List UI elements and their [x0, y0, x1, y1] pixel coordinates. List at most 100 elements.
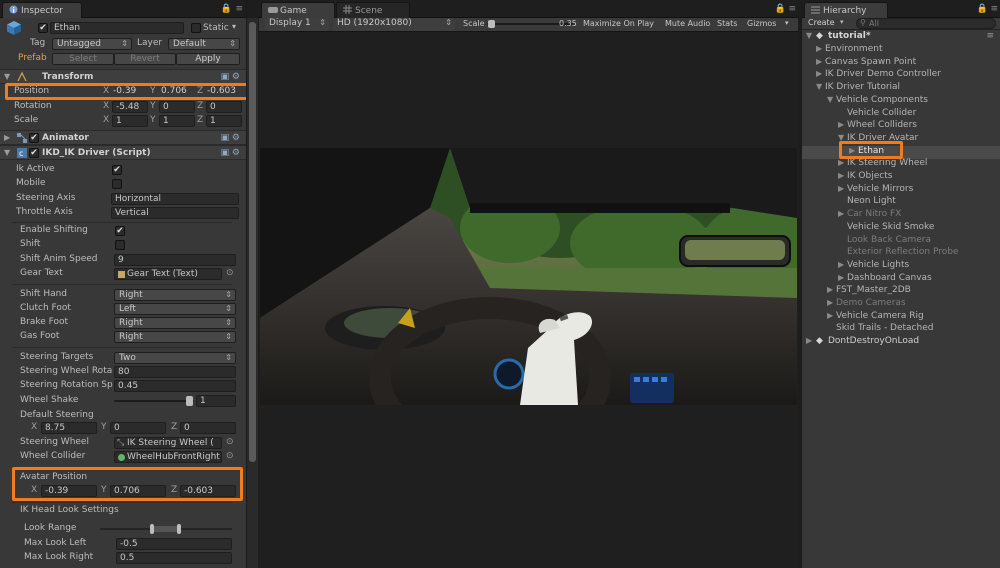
lock-icon[interactable]: 🔒	[775, 4, 786, 14]
steering-axis-field[interactable]: Horizontal	[111, 193, 239, 205]
inspector-scrollbar[interactable]	[247, 18, 258, 568]
prefab-revert-button[interactable]: Revert	[114, 53, 176, 65]
game-viewport[interactable]	[260, 148, 797, 405]
foldout-right-icon[interactable]: ▶	[838, 273, 844, 282]
foldout-down-icon[interactable]: ▼	[4, 72, 10, 81]
foldout-right-icon[interactable]: ▶	[827, 298, 833, 307]
tab-hierarchy[interactable]: Hierarchy	[804, 2, 888, 18]
mobile-checkbox[interactable]	[112, 179, 122, 189]
scale-x-field[interactable]: 1	[112, 115, 148, 127]
foldout-right-icon[interactable]: ▶	[816, 57, 822, 66]
clutch-foot-dropdown[interactable]: Left	[114, 303, 236, 315]
mute-audio-button[interactable]: Mute Audio	[665, 19, 710, 28]
foldout-right-icon[interactable]: ▶	[827, 285, 833, 294]
object-picker-icon[interactable]: ⊙	[226, 437, 234, 447]
tag-dropdown[interactable]: Untagged	[52, 38, 132, 50]
hierarchy-item[interactable]: Neon Light	[802, 196, 1000, 209]
menu-icon[interactable]: ≡	[990, 4, 998, 14]
object-name-field[interactable]: Ethan	[50, 22, 184, 34]
create-button[interactable]: Create	[808, 18, 835, 27]
hierarchy-item[interactable]: ▶ Vehicle Mirrors	[802, 184, 1000, 197]
menu-icon[interactable]: ≡	[235, 4, 243, 14]
tab-scene[interactable]: Scene	[336, 2, 410, 18]
foldout-down-icon[interactable]: ▼	[816, 82, 822, 91]
static-dropdown-arrow-icon[interactable]: ▾	[232, 22, 236, 31]
hierarchy-item[interactable]: ▼ Vehicle Components	[802, 95, 1000, 108]
rotation-z-field[interactable]: 0	[206, 101, 242, 113]
scrollbar-thumb[interactable]	[249, 22, 256, 462]
enable-shifting-checkbox[interactable]: ✔	[115, 226, 125, 236]
foldout-right-icon[interactable]: ▶	[827, 311, 833, 320]
foldout-right-icon[interactable]: ▶	[838, 120, 844, 129]
gas-foot-dropdown[interactable]: Right	[114, 331, 236, 343]
foldout-right-icon[interactable]: ▶	[816, 69, 822, 78]
steering-wheel-object-field[interactable]: ⤡ IK Steering Wheel (	[114, 437, 222, 449]
hierarchy-item[interactable]: ▶ IK Objects	[802, 171, 1000, 184]
hierarchy-item[interactable]: Vehicle Skid Smoke	[802, 222, 1000, 235]
slider-knob[interactable]	[186, 396, 193, 406]
slider-knob-min[interactable]	[150, 524, 154, 534]
scene-row[interactable]: ▼ ◆ tutorial* ≡	[802, 31, 1000, 44]
display-dropdown[interactable]: Display 1	[265, 18, 329, 31]
foldout-down-icon[interactable]: ▼	[806, 31, 812, 40]
component-settings-icon[interactable]: ▣ ⚙	[221, 133, 240, 143]
steering-wheel-rota-field[interactable]: 80	[114, 366, 236, 378]
gizmos-button[interactable]: Gizmos	[747, 19, 776, 28]
maximize-on-play-button[interactable]: Maximize On Play	[583, 19, 654, 28]
active-checkbox[interactable]: ✔	[38, 23, 48, 33]
rotation-y-field[interactable]: 0	[159, 101, 195, 113]
hierarchy-item[interactable]: Skid Trails - Detached	[802, 323, 1000, 336]
component-settings-icon[interactable]: ▣ ⚙	[221, 72, 240, 82]
scene-menu-icon[interactable]: ≡	[986, 31, 994, 41]
slider-knob[interactable]	[488, 20, 495, 28]
gizmos-dropdown-arrow-icon[interactable]: ▾	[785, 19, 789, 27]
animator-enabled-checkbox[interactable]: ✔	[29, 133, 39, 143]
scale-z-field[interactable]: 1	[206, 115, 242, 127]
object-picker-icon[interactable]: ⊙	[226, 268, 234, 278]
hierarchy-item[interactable]: ▶ Dashboard Canvas	[802, 273, 1000, 286]
lock-icon[interactable]: 🔒	[977, 4, 988, 14]
shift-checkbox[interactable]	[115, 240, 125, 250]
prefab-select-button[interactable]: Select	[52, 53, 114, 65]
ikd-enabled-checkbox[interactable]: ✔	[29, 148, 39, 158]
hierarchy-item[interactable]: Look Back Camera	[802, 235, 1000, 248]
hierarchy-item[interactable]: Vehicle Collider	[802, 108, 1000, 121]
hierarchy-item[interactable]: ▶ Wheel Colliders	[802, 120, 1000, 133]
foldout-right-icon[interactable]: ▶	[838, 184, 844, 193]
hierarchy-item[interactable]: ▶ Environment	[802, 44, 1000, 57]
default-steering-x-field[interactable]: 8.75	[41, 422, 97, 434]
default-steering-z-field[interactable]: 0	[180, 422, 236, 434]
dontdestroy-row[interactable]: ▶ ◆ DontDestroyOnLoad	[802, 336, 1000, 349]
hierarchy-item[interactable]: ▼ IK Driver Tutorial	[802, 82, 1000, 95]
steering-rotation-sp-field[interactable]: 0.45	[114, 380, 236, 392]
hierarchy-item[interactable]: Exterior Reflection Probe	[802, 247, 1000, 260]
foldout-right-icon[interactable]: ▶	[4, 133, 10, 142]
menu-icon[interactable]: ≡	[788, 4, 796, 14]
hierarchy-item[interactable]: ▶ Vehicle Lights	[802, 260, 1000, 273]
hierarchy-item[interactable]: ▶ IK Steering Wheel	[802, 158, 1000, 171]
wheel-collider-object-field[interactable]: WheelHubFrontRight	[114, 451, 222, 463]
resolution-dropdown[interactable]: HD (1920x1080)	[333, 18, 455, 31]
scale-y-field[interactable]: 1	[159, 115, 195, 127]
tab-game[interactable]: Game	[261, 2, 335, 18]
animator-header[interactable]: ▶ ✔ Animator ▣ ⚙	[0, 130, 246, 145]
hierarchy-item[interactable]: ▶ IK Driver Demo Controller	[802, 69, 1000, 82]
hierarchy-item[interactable]: ▶ Demo Cameras	[802, 298, 1000, 311]
gear-text-object-field[interactable]: Gear Text (Text)	[114, 268, 222, 280]
component-settings-icon[interactable]: ▣ ⚙	[221, 148, 240, 158]
rotation-x-field[interactable]: -5.48	[112, 101, 148, 113]
hierarchy-item[interactable]: ▶ Vehicle Camera Rig	[802, 311, 1000, 324]
shift-anim-speed-field[interactable]: 9	[114, 254, 236, 266]
brake-foot-dropdown[interactable]: Right	[114, 317, 236, 329]
foldout-right-icon[interactable]: ▶	[838, 158, 844, 167]
prefab-apply-button[interactable]: Apply	[176, 53, 240, 65]
create-dropdown-arrow-icon[interactable]: ▾	[840, 18, 844, 26]
transform-header[interactable]: ▼ Transform ▣ ⚙	[0, 69, 246, 84]
object-picker-icon[interactable]: ⊙	[226, 451, 234, 461]
default-steering-y-field[interactable]: 0	[110, 422, 166, 434]
foldout-right-icon[interactable]: ▶	[838, 260, 844, 269]
static-checkbox[interactable]	[191, 23, 201, 33]
foldout-right-icon[interactable]: ▶	[806, 336, 812, 345]
throttle-axis-field[interactable]: Vertical	[111, 207, 239, 219]
foldout-right-icon[interactable]: ▶	[838, 209, 844, 218]
